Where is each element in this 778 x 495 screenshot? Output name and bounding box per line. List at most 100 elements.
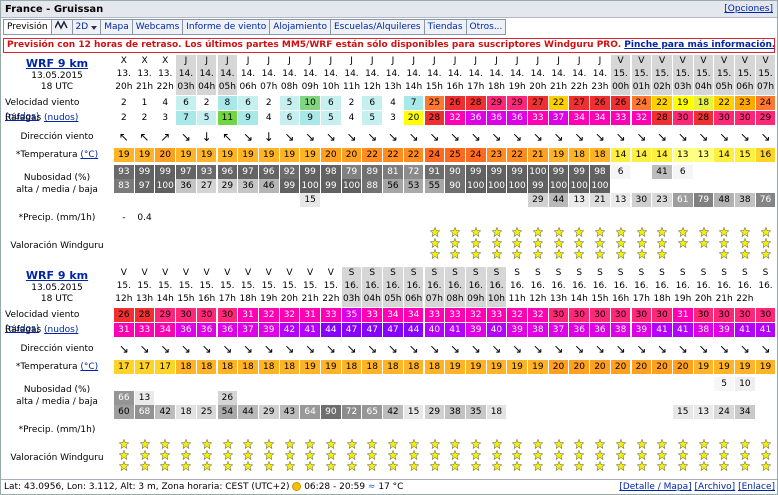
temp-cell: 19 <box>693 360 714 374</box>
rating-star-icon <box>243 439 254 449</box>
label-cloud-line2: alta / media / baja <box>16 185 98 195</box>
gust-cell: 7 <box>176 111 196 125</box>
gust-cell: 33 <box>610 111 631 125</box>
knots-link[interactable]: (nudos) <box>44 113 78 123</box>
rating-star-icon <box>512 249 523 259</box>
day-letter: V <box>700 56 707 66</box>
tab-otros-[interactable]: Otros... <box>465 19 507 35</box>
rating-star-icon <box>553 249 564 259</box>
cloud-cell: 10 <box>735 377 755 391</box>
model-name-link[interactable]: WRF 9 km <box>1 57 113 70</box>
temp-cell: 15 <box>735 148 755 162</box>
wind-cell: 19 <box>672 96 693 110</box>
time-column-header: J 14. 22h <box>569 55 589 95</box>
knots-link[interactable]: (nudos) <box>44 325 78 335</box>
cloud-cell: 46 <box>258 179 279 193</box>
hour-label: 13h <box>135 294 154 304</box>
wind-arrow-icon: ↘ <box>450 130 461 144</box>
model-name-link-text[interactable]: WRF 9 km <box>26 269 88 282</box>
temp-cell: 20 <box>590 360 610 374</box>
cloud-cell <box>673 377 693 391</box>
cloud-cell <box>549 377 569 391</box>
tab-wave-chart-icon[interactable] <box>50 19 72 35</box>
wind-arrow-icon: ↘ <box>512 342 523 356</box>
model-name-link-text[interactable]: WRF 9 km <box>26 57 88 70</box>
celsius-link[interactable]: (°C) <box>80 150 98 160</box>
options-link[interactable]: [Opciones] <box>724 4 773 14</box>
cloud-cell <box>176 193 196 207</box>
hour-label: 17h <box>467 82 485 92</box>
time-column-header: X 13. 22h <box>155 55 175 95</box>
tab-2d[interactable]: 2D <box>71 19 101 35</box>
rating-star-icon <box>284 461 295 471</box>
cloud-cell: 60 <box>114 405 134 419</box>
wind-cell: 26 <box>114 308 134 322</box>
tab-tiendas[interactable]: Tiendas <box>423 19 466 35</box>
wind-cell: 29 <box>155 308 176 322</box>
day-date: 16. <box>344 281 359 291</box>
day-date: 16. <box>551 281 566 291</box>
cloud-cell <box>238 193 258 207</box>
tab-escuelas-alquileres[interactable]: Escuelas/Alquileres <box>329 19 424 35</box>
gust-cell: 5 <box>321 111 341 125</box>
detail-map-link[interactable]: [Detalle / Mapa] <box>619 482 691 492</box>
cloud-cell: 23 <box>652 193 672 207</box>
time-column-header: J 14. 06h <box>238 55 258 95</box>
wind-arrow-icon: ↘ <box>760 130 771 144</box>
temp-cell: 18 <box>383 360 403 374</box>
cloud-cell: 48 <box>714 193 734 207</box>
cloud-cell <box>632 165 652 179</box>
archive-link[interactable]: [Archivo] <box>695 482 736 492</box>
link-link[interactable]: [Enlace] <box>738 482 775 492</box>
gust-cell: 41 <box>735 323 755 337</box>
wind-cell: 30 <box>590 308 610 322</box>
cloud-cell <box>218 193 238 207</box>
day-date: 16. <box>489 281 504 291</box>
rating-star-icon <box>160 461 171 471</box>
cloud-cell: 100 <box>341 179 362 193</box>
time-column-header: J 14. 08h <box>280 55 300 95</box>
cloud-cell: 66 <box>114 391 134 405</box>
day-date: 14. <box>427 69 442 79</box>
cloud-cell: 98 <box>321 165 341 179</box>
tab-mapa[interactable]: Mapa <box>100 19 132 35</box>
temp-cell: 18 <box>424 360 445 374</box>
cloud-cell <box>611 405 631 419</box>
rating-star-icon <box>491 439 502 449</box>
rating-star-icon <box>201 439 212 449</box>
hour-label: 21h <box>549 82 568 92</box>
temp-cell: 17 <box>134 360 155 374</box>
cloud-cell <box>280 391 300 405</box>
tab-previsi-n[interactable]: Previsión <box>3 19 51 35</box>
day-date: 14. <box>530 69 545 79</box>
wind-arrow-icon: ↘ <box>305 130 316 144</box>
model-name-link[interactable]: WRF 9 km <box>1 269 113 282</box>
tab-alojamiento[interactable]: Alojamiento <box>269 19 330 35</box>
day-letter: V <box>244 268 252 278</box>
temp-cell: 19 <box>714 360 734 374</box>
time-column-header: S 16. 11h <box>507 267 527 307</box>
wind-arrow-icon: ↘ <box>739 130 750 144</box>
celsius-link[interactable]: (°C) <box>80 362 98 372</box>
day-letter: S <box>472 268 479 278</box>
rating-star-icon <box>429 249 440 259</box>
gust-cell: 28 <box>693 111 714 125</box>
rating-star-icon <box>512 238 523 248</box>
rating-star-icon <box>595 249 606 259</box>
tab-informe-de-viento[interactable]: Informe de viento <box>182 19 270 35</box>
hour-label: 10h <box>322 82 340 92</box>
time-column-header: S 16. 15h <box>590 267 610 307</box>
cloud-cell <box>507 391 527 405</box>
day-letter: X <box>120 56 127 66</box>
hour-label: 07h <box>425 294 443 304</box>
day-letter: V <box>286 268 293 278</box>
hour-label: 13h <box>384 82 402 92</box>
precip-cell: - <box>122 213 126 223</box>
cloud-cell <box>342 391 362 405</box>
notice-link[interactable]: Pinche para más información. <box>624 40 774 50</box>
wind-arrow-icon: ↘ <box>201 342 212 356</box>
tab-webcams[interactable]: Webcams <box>131 19 183 35</box>
wind-arrow-icon: ↘ <box>677 342 688 356</box>
wind-arrow-icon: ↗ <box>160 130 171 144</box>
rating-star-icon <box>553 450 564 460</box>
